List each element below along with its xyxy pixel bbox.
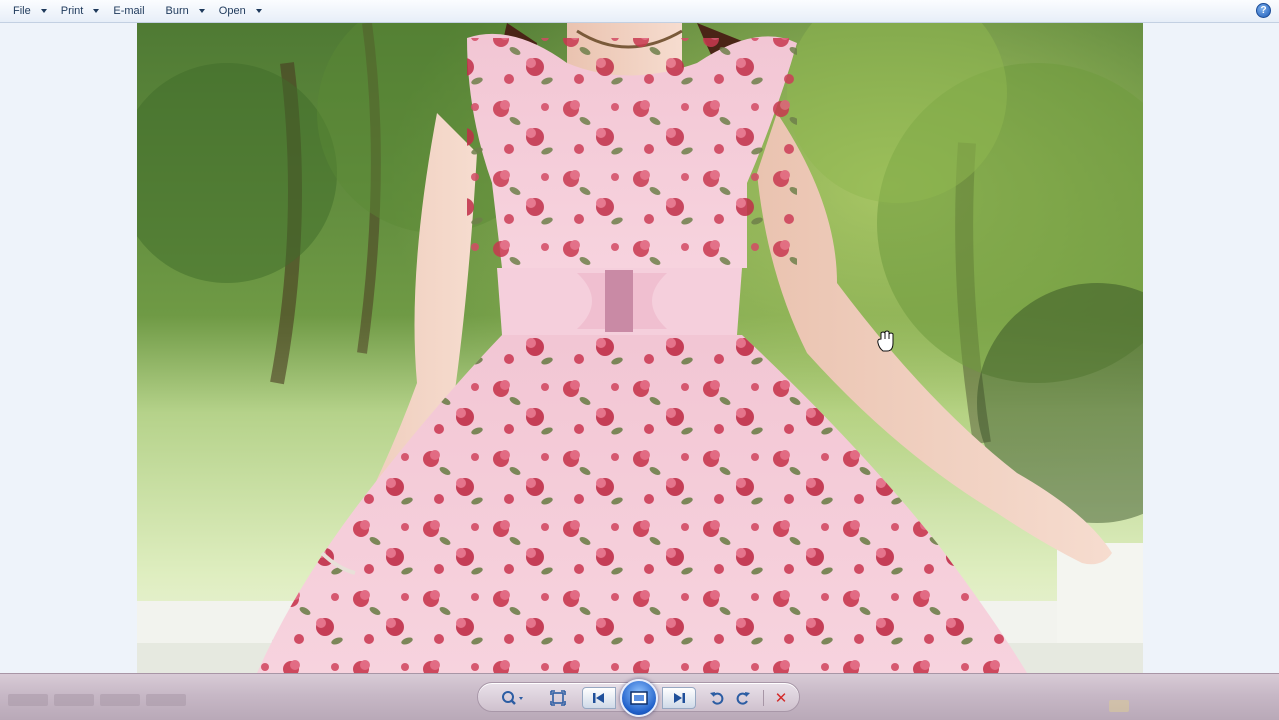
taskbar-widget: [1109, 700, 1129, 712]
menu-bar: File Print E-mail Burn Open ?: [0, 0, 1279, 23]
slideshow-icon: [630, 691, 648, 705]
photo-image[interactable]: [137, 23, 1143, 673]
burn-menu[interactable]: Burn: [159, 1, 212, 21]
control-bar: ✕: [0, 673, 1279, 720]
rotate-counterclockwise-button[interactable]: [706, 687, 728, 709]
delete-icon: ✕: [774, 690, 788, 707]
zoom-icon: [502, 691, 523, 705]
viewer-controls: ✕: [477, 679, 800, 717]
open-menu[interactable]: Open: [212, 1, 269, 21]
sheet-tab: [8, 694, 48, 706]
previous-icon: [593, 693, 604, 703]
image-viewport[interactable]: [0, 23, 1279, 673]
rotate-ccw-icon: [710, 692, 724, 705]
delete-button[interactable]: ✕: [770, 687, 792, 709]
file-menu-label: File: [13, 5, 31, 17]
chevron-down-icon: [255, 9, 262, 13]
rotate-cw-icon: [736, 692, 750, 705]
burn-menu-label: Burn: [165, 5, 189, 17]
print-menu[interactable]: Print: [54, 1, 107, 21]
chevron-down-icon: [40, 9, 47, 13]
email-button-label: E-mail: [113, 5, 145, 17]
status-strip: [0, 688, 430, 710]
toolbar-separator: [763, 690, 764, 706]
email-button[interactable]: E-mail: [106, 1, 158, 21]
sheet-tab: [100, 694, 140, 706]
open-menu-label: Open: [218, 5, 246, 17]
slideshow-button[interactable]: [620, 679, 658, 717]
print-menu-label: Print: [60, 5, 84, 17]
next-button[interactable]: [662, 687, 696, 709]
next-icon: [674, 693, 685, 703]
sheet-tab: [54, 694, 94, 706]
file-menu[interactable]: File: [6, 1, 54, 21]
chevron-down-icon: [198, 9, 205, 13]
fit-window-icon: [550, 690, 566, 706]
actual-size-button[interactable]: [546, 687, 570, 709]
previous-button[interactable]: [582, 687, 616, 709]
sheet-tab: [146, 694, 186, 706]
chevron-down-icon: [93, 9, 100, 13]
rotate-clockwise-button[interactable]: [732, 687, 754, 709]
zoom-button[interactable]: [498, 687, 528, 709]
help-icon[interactable]: ?: [1256, 3, 1271, 18]
